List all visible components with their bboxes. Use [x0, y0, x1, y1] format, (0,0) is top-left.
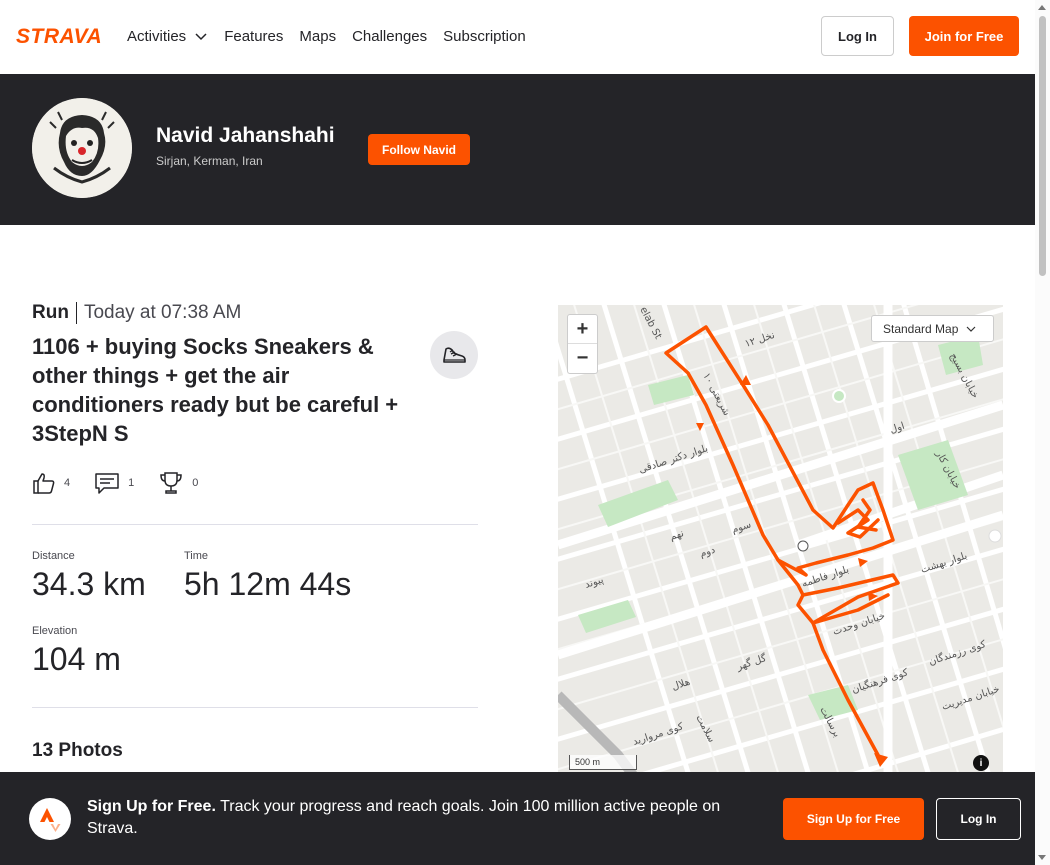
banner-login-button[interactable]: Log In	[936, 798, 1021, 840]
top-nav: STRAVA Activities Features Maps Challeng…	[0, 0, 1035, 74]
comment-icon	[95, 473, 119, 494]
banner-message: Sign Up for Free. Track your progress an…	[87, 796, 747, 840]
join-button[interactable]: Join for Free	[909, 16, 1019, 56]
stat-elevation: Elevation 104 m	[32, 625, 121, 678]
stat-label: Distance	[32, 550, 75, 562]
scroll-thumb[interactable]	[1039, 16, 1046, 276]
thumbs-up-icon	[33, 473, 55, 494]
shoe-icon	[443, 347, 466, 363]
nav-item-label: Activities	[127, 27, 187, 45]
banner-signup-button[interactable]: Sign Up for Free	[783, 798, 924, 840]
divider	[32, 707, 478, 708]
strava-badge-icon	[29, 798, 71, 840]
map-style-select[interactable]: Standard Map	[871, 315, 994, 342]
kudos-count: 4	[64, 477, 71, 489]
photos-title: 13 Photos	[32, 740, 123, 761]
stat-distance: Distance 34.3 km	[32, 550, 146, 603]
stat-value: 104 m	[32, 641, 121, 677]
scroll-down-icon[interactable]	[1038, 855, 1046, 860]
strava-logo[interactable]: STRAVA	[16, 26, 112, 46]
comments-button[interactable]: 1	[94, 471, 134, 495]
trophy-icon	[160, 472, 183, 494]
stat-label: Time	[184, 550, 209, 562]
athlete-location: Sirjan, Kerman, Iran	[156, 154, 263, 168]
map-canvas: ﻧﺨﻞ ۱۲ ﺷﺮﯾﻌﺘﯽ ۱۰ ﺑﻠﻮار دﮐﺘﺮ ﺻﺎدﻗﯽ ﺧﯿﺎﺑﺎن…	[558, 305, 1003, 775]
nav-menu: Activities Features Maps Challenges Subs…	[127, 25, 526, 47]
avatar-image	[32, 98, 132, 198]
activity-meta: Run Today at 07:38 AM	[32, 302, 241, 324]
activity-title: 1106 + buying Socks Sneakers & other thi…	[32, 334, 399, 446]
info-icon[interactable]: i	[973, 755, 989, 771]
chevron-down-icon	[966, 326, 976, 332]
nav-item-activities[interactable]: Activities	[127, 25, 208, 47]
achievement-count: 0	[192, 477, 199, 489]
chevron-down-icon	[195, 33, 207, 41]
route-map[interactable]: ﻧﺨﻞ ۱۲ ﺷﺮﯾﻌﺘﯽ ۱۰ ﺑﻠﻮار دﮐﺘﺮ ﺻﺎدﻗﯽ ﺧﯿﺎﺑﺎن…	[558, 305, 1003, 775]
login-button[interactable]: Log In	[821, 16, 894, 56]
strava-chevron-icon	[40, 808, 61, 832]
stat-label: Elevation	[32, 625, 78, 637]
divider	[32, 524, 478, 525]
stat-value: 34.3 km	[32, 566, 146, 602]
page-scrollbar[interactable]	[1035, 0, 1050, 865]
athlete-header: Navid Jahanshahi Sirjan, Kerman, Iran Fo…	[0, 74, 1035, 225]
nav-item-features[interactable]: Features	[224, 25, 283, 47]
stat-time: Time 5h 12m 44s	[184, 550, 351, 603]
gear-shoe-button[interactable]	[430, 331, 478, 379]
avatar[interactable]	[32, 98, 132, 198]
kudos-button[interactable]: 4	[32, 471, 70, 495]
banner-bold-text: Sign Up for Free.	[87, 798, 216, 815]
athlete-name[interactable]: Navid Jahanshahi	[156, 124, 335, 148]
comment-count: 1	[128, 477, 135, 489]
zoom-out-button[interactable]: −	[568, 344, 597, 373]
map-style-label: Standard Map	[883, 321, 959, 336]
activity-date: Today at 07:38 AM	[83, 302, 242, 323]
map-scale: 500 m	[569, 755, 637, 770]
nav-item-label: Maps	[299, 27, 337, 45]
scroll-up-icon[interactable]	[1038, 5, 1046, 10]
logo-text: STRAVA	[16, 26, 102, 46]
achievements-button[interactable]: 0	[158, 470, 198, 496]
nav-item-challenges[interactable]: Challenges	[352, 25, 427, 47]
stat-value: 5h 12m 44s	[184, 566, 352, 602]
zoom-control: + −	[567, 314, 598, 374]
zoom-in-button[interactable]: +	[568, 315, 597, 344]
social-stats: 4 1 0	[32, 470, 198, 496]
nav-item-label: Challenges	[352, 27, 428, 45]
nav-item-label: Features	[224, 27, 284, 45]
signup-banner: Sign Up for Free. Track your progress an…	[0, 772, 1035, 865]
nav-item-subscription[interactable]: Subscription	[443, 25, 526, 47]
activity-type: Run	[32, 302, 77, 324]
follow-button[interactable]: Follow Navid	[368, 134, 470, 165]
nav-item-maps[interactable]: Maps	[299, 25, 336, 47]
nav-item-label: Subscription	[443, 27, 526, 45]
